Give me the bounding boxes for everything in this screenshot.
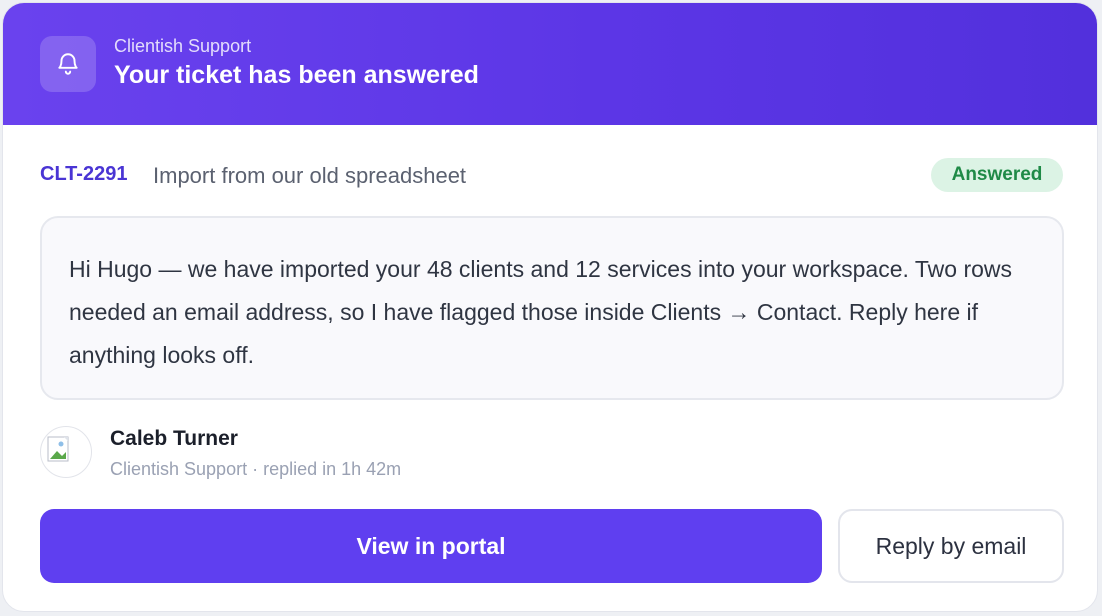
ticket-subject: Import from our old spreadsheet xyxy=(153,163,467,188)
broken-image-icon xyxy=(47,436,69,462)
notification-card: Clientish Support Your ticket has been a… xyxy=(2,2,1098,612)
message-body: Hi Hugo — we have imported your 48 clien… xyxy=(40,216,1064,400)
header-title: Your ticket has been answered xyxy=(114,61,479,89)
card-header: Clientish Support Your ticket has been a… xyxy=(3,3,1097,125)
reply-by-email-button[interactable]: Reply by email xyxy=(838,509,1064,583)
header-subtitle: Clientish Support xyxy=(114,36,252,56)
bell-icon xyxy=(40,36,96,92)
author-meta: Clientish Support · replied in 1h 42m xyxy=(110,459,402,479)
author-name: Caleb Turner xyxy=(110,427,238,450)
ticket-id[interactable]: CLT-2291 xyxy=(40,163,127,186)
view-in-portal-button[interactable]: View in portal xyxy=(40,509,822,583)
status-badge: Answered xyxy=(931,158,1063,192)
ticket-row: CLT-2291 Import from our old spreadsheet… xyxy=(40,155,1063,192)
avatar xyxy=(40,426,92,478)
